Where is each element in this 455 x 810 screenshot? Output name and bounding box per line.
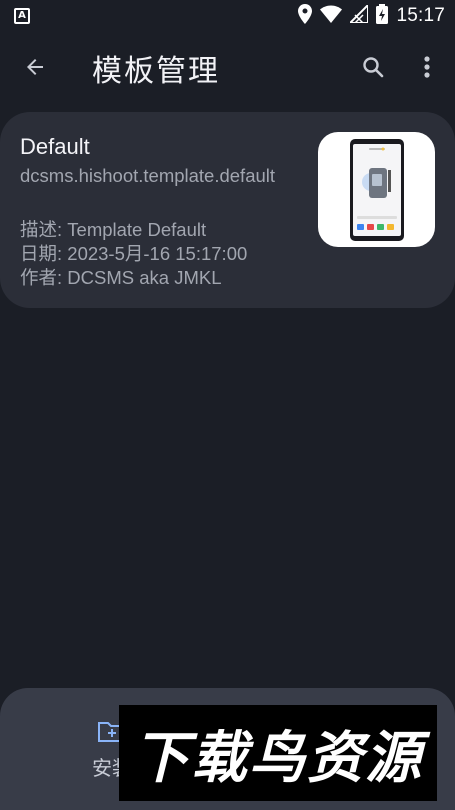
template-date: 日期: 2023-5月-16 15:17:00 <box>20 243 248 264</box>
watermark-text: 下载鸟资源 <box>133 725 423 791</box>
app-bar: 模板管理 <box>0 32 455 100</box>
signal-icon <box>348 2 370 27</box>
clock-time: 15:17 <box>396 5 445 26</box>
template-name: Default <box>20 134 90 159</box>
phone-preview-icon <box>349 138 404 241</box>
search-button[interactable] <box>358 52 388 82</box>
search-icon <box>363 57 384 78</box>
watermark-banner: 下载鸟资源 <box>119 705 437 801</box>
battery-icon <box>376 4 389 28</box>
arrow-back-icon <box>27 59 43 75</box>
back-button[interactable] <box>20 52 50 82</box>
wifi-icon <box>320 5 343 27</box>
template-description: 描述: Template Default <box>20 219 207 240</box>
template-author: 作者: DCSMS aka JMKL <box>20 267 222 288</box>
location-icon <box>298 4 313 28</box>
more-vert-icon <box>424 56 430 78</box>
template-preview-thumbnail <box>318 132 435 247</box>
more-options-button[interactable] <box>414 52 440 82</box>
template-id: dcsms.hishoot.template.default <box>20 165 276 186</box>
notification-a-icon: A <box>14 8 30 24</box>
template-card[interactable]: Default dcsms.hishoot.template.default 描… <box>0 112 455 308</box>
status-bar: A 15:17 <box>0 0 455 32</box>
page-title: 模板管理 <box>92 54 220 89</box>
